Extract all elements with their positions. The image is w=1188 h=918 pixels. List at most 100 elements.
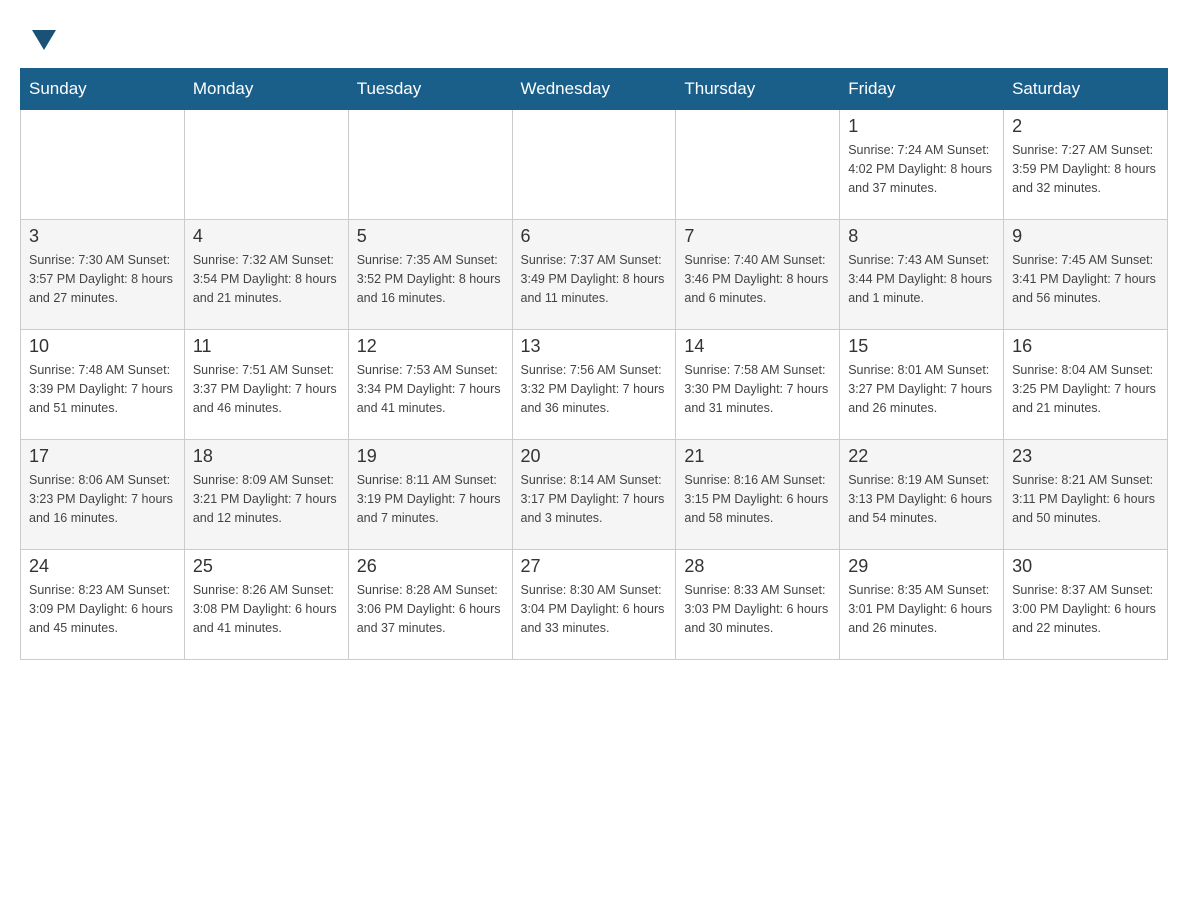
calendar-cell: 21 Sunrise: 8:16 AM Sunset: 3:15 PM Dayli… [676, 440, 840, 550]
day-info: Sunrise: 7:30 AM Sunset: 3:57 PM Dayligh… [29, 251, 176, 307]
calendar-week-row: 24 Sunrise: 8:23 AM Sunset: 3:09 PM Dayli… [21, 550, 1168, 660]
day-info: Sunrise: 7:53 AM Sunset: 3:34 PM Dayligh… [357, 361, 504, 417]
day-info: Sunrise: 7:27 AM Sunset: 3:59 PM Dayligh… [1012, 141, 1159, 197]
day-number: 13 [521, 336, 668, 357]
calendar-cell: 23 Sunrise: 8:21 AM Sunset: 3:11 PM Dayli… [1004, 440, 1168, 550]
calendar-cell: 18 Sunrise: 8:09 AM Sunset: 3:21 PM Dayli… [184, 440, 348, 550]
day-info: Sunrise: 7:45 AM Sunset: 3:41 PM Dayligh… [1012, 251, 1159, 307]
calendar-cell: 17 Sunrise: 8:06 AM Sunset: 3:23 PM Dayli… [21, 440, 185, 550]
day-info: Sunrise: 8:30 AM Sunset: 3:04 PM Dayligh… [521, 581, 668, 637]
day-number: 27 [521, 556, 668, 577]
day-info: Sunrise: 8:23 AM Sunset: 3:09 PM Dayligh… [29, 581, 176, 637]
day-number: 16 [1012, 336, 1159, 357]
calendar-cell: 1 Sunrise: 7:24 AM Sunset: 4:02 PM Daylig… [840, 110, 1004, 220]
day-info: Sunrise: 7:56 AM Sunset: 3:32 PM Dayligh… [521, 361, 668, 417]
calendar-header-wednesday: Wednesday [512, 69, 676, 110]
calendar-week-row: 17 Sunrise: 8:06 AM Sunset: 3:23 PM Dayli… [21, 440, 1168, 550]
calendar-cell: 15Sunrise: 8:01 AM Sunset: 3:27 PM Dayli… [840, 330, 1004, 440]
day-number: 23 [1012, 446, 1159, 467]
day-info: Sunrise: 7:32 AM Sunset: 3:54 PM Dayligh… [193, 251, 340, 307]
calendar-cell: 5 Sunrise: 7:35 AM Sunset: 3:52 PM Daylig… [348, 220, 512, 330]
day-number: 26 [357, 556, 504, 577]
calendar-cell: 12 Sunrise: 7:53 AM Sunset: 3:34 PM Dayli… [348, 330, 512, 440]
calendar-cell: 2Sunrise: 7:27 AM Sunset: 3:59 PM Daylig… [1004, 110, 1168, 220]
calendar-cell: 3 Sunrise: 7:30 AM Sunset: 3:57 PM Daylig… [21, 220, 185, 330]
calendar-cell: 20 Sunrise: 8:14 AM Sunset: 3:17 PM Dayli… [512, 440, 676, 550]
calendar-cell: 26 Sunrise: 8:28 AM Sunset: 3:06 PM Dayli… [348, 550, 512, 660]
calendar-cell: 30 Sunrise: 8:37 AM Sunset: 3:00 PM Dayli… [1004, 550, 1168, 660]
day-number: 21 [684, 446, 831, 467]
day-info: Sunrise: 8:16 AM Sunset: 3:15 PM Dayligh… [684, 471, 831, 527]
day-info: Sunrise: 8:04 AM Sunset: 3:25 PM Dayligh… [1012, 361, 1159, 417]
day-info: Sunrise: 8:35 AM Sunset: 3:01 PM Dayligh… [848, 581, 995, 637]
day-info: Sunrise: 7:37 AM Sunset: 3:49 PM Dayligh… [521, 251, 668, 307]
calendar-header-row: SundayMondayTuesdayWednesdayThursdayFrid… [21, 69, 1168, 110]
calendar-cell: 22 Sunrise: 8:19 AM Sunset: 3:13 PM Dayli… [840, 440, 1004, 550]
day-info: Sunrise: 8:28 AM Sunset: 3:06 PM Dayligh… [357, 581, 504, 637]
day-number: 20 [521, 446, 668, 467]
day-number: 29 [848, 556, 995, 577]
day-number: 12 [357, 336, 504, 357]
day-number: 17 [29, 446, 176, 467]
calendar-cell: 7 Sunrise: 7:40 AM Sunset: 3:46 PM Daylig… [676, 220, 840, 330]
calendar-cell [348, 110, 512, 220]
calendar-header-tuesday: Tuesday [348, 69, 512, 110]
calendar-header-friday: Friday [840, 69, 1004, 110]
calendar-cell: 19 Sunrise: 8:11 AM Sunset: 3:19 PM Dayli… [348, 440, 512, 550]
calendar-cell [512, 110, 676, 220]
calendar-header-thursday: Thursday [676, 69, 840, 110]
logo [30, 30, 58, 50]
day-info: Sunrise: 8:14 AM Sunset: 3:17 PM Dayligh… [521, 471, 668, 527]
calendar-week-row: 1 Sunrise: 7:24 AM Sunset: 4:02 PM Daylig… [21, 110, 1168, 220]
day-info: Sunrise: 7:24 AM Sunset: 4:02 PM Dayligh… [848, 141, 995, 197]
calendar-cell [676, 110, 840, 220]
day-number: 4 [193, 226, 340, 247]
day-info: Sunrise: 8:37 AM Sunset: 3:00 PM Dayligh… [1012, 581, 1159, 637]
calendar-cell: 11 Sunrise: 7:51 AM Sunset: 3:37 PM Dayli… [184, 330, 348, 440]
day-info: Sunrise: 8:33 AM Sunset: 3:03 PM Dayligh… [684, 581, 831, 637]
day-number: 18 [193, 446, 340, 467]
calendar-week-row: 3 Sunrise: 7:30 AM Sunset: 3:57 PM Daylig… [21, 220, 1168, 330]
day-info: Sunrise: 8:21 AM Sunset: 3:11 PM Dayligh… [1012, 471, 1159, 527]
day-info: Sunrise: 7:35 AM Sunset: 3:52 PM Dayligh… [357, 251, 504, 307]
day-number: 30 [1012, 556, 1159, 577]
day-info: Sunrise: 7:40 AM Sunset: 3:46 PM Dayligh… [684, 251, 831, 307]
calendar-cell: 14 Sunrise: 7:58 AM Sunset: 3:30 PM Dayli… [676, 330, 840, 440]
calendar-table: SundayMondayTuesdayWednesdayThursdayFrid… [20, 68, 1168, 660]
calendar-cell: 29 Sunrise: 8:35 AM Sunset: 3:01 PM Dayli… [840, 550, 1004, 660]
day-number: 6 [521, 226, 668, 247]
calendar-cell: 28Sunrise: 8:33 AM Sunset: 3:03 PM Dayli… [676, 550, 840, 660]
day-info: Sunrise: 8:19 AM Sunset: 3:13 PM Dayligh… [848, 471, 995, 527]
calendar-cell [21, 110, 185, 220]
day-number: 7 [684, 226, 831, 247]
calendar-cell: 13 Sunrise: 7:56 AM Sunset: 3:32 PM Dayli… [512, 330, 676, 440]
day-number: 19 [357, 446, 504, 467]
calendar-cell: 10Sunrise: 7:48 AM Sunset: 3:39 PM Dayli… [21, 330, 185, 440]
day-info: Sunrise: 8:09 AM Sunset: 3:21 PM Dayligh… [193, 471, 340, 527]
calendar-header-saturday: Saturday [1004, 69, 1168, 110]
day-info: Sunrise: 8:11 AM Sunset: 3:19 PM Dayligh… [357, 471, 504, 527]
day-number: 1 [848, 116, 995, 137]
day-info: Sunrise: 8:06 AM Sunset: 3:23 PM Dayligh… [29, 471, 176, 527]
day-number: 10 [29, 336, 176, 357]
day-number: 5 [357, 226, 504, 247]
day-info: Sunrise: 7:43 AM Sunset: 3:44 PM Dayligh… [848, 251, 995, 307]
calendar-cell: 8Sunrise: 7:43 AM Sunset: 3:44 PM Daylig… [840, 220, 1004, 330]
day-number: 9 [1012, 226, 1159, 247]
calendar-cell: 16 Sunrise: 8:04 AM Sunset: 3:25 PM Dayli… [1004, 330, 1168, 440]
calendar-header-sunday: Sunday [21, 69, 185, 110]
calendar-week-row: 10Sunrise: 7:48 AM Sunset: 3:39 PM Dayli… [21, 330, 1168, 440]
calendar-cell: 25Sunrise: 8:26 AM Sunset: 3:08 PM Dayli… [184, 550, 348, 660]
day-number: 24 [29, 556, 176, 577]
day-info: Sunrise: 7:58 AM Sunset: 3:30 PM Dayligh… [684, 361, 831, 417]
calendar-cell: 4 Sunrise: 7:32 AM Sunset: 3:54 PM Daylig… [184, 220, 348, 330]
day-info: Sunrise: 7:51 AM Sunset: 3:37 PM Dayligh… [193, 361, 340, 417]
day-number: 14 [684, 336, 831, 357]
calendar-cell [184, 110, 348, 220]
logo-triangle-icon [32, 30, 56, 50]
day-number: 11 [193, 336, 340, 357]
calendar-cell: 9 Sunrise: 7:45 AM Sunset: 3:41 PM Daylig… [1004, 220, 1168, 330]
day-number: 3 [29, 226, 176, 247]
page-header [20, 20, 1168, 48]
day-number: 22 [848, 446, 995, 467]
